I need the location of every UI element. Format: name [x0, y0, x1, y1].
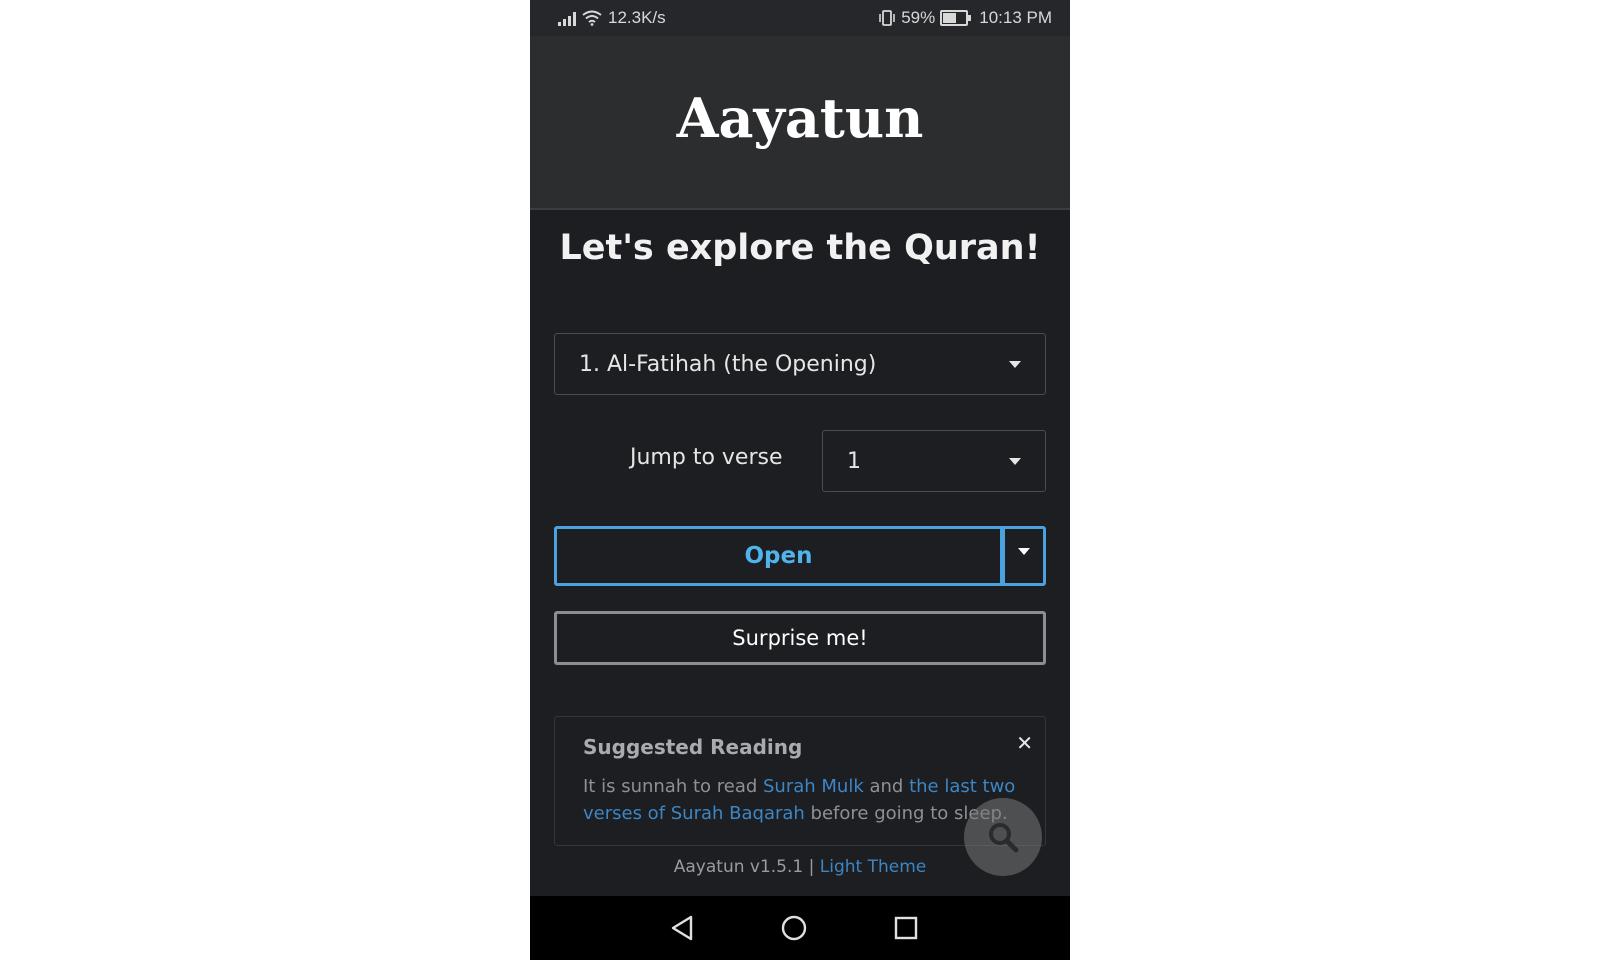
open-button[interactable]: Open	[557, 529, 1005, 583]
home-icon	[781, 915, 807, 941]
battery-percent: 59%	[901, 8, 936, 27]
wifi-icon	[582, 10, 602, 26]
signal-icon	[558, 10, 576, 26]
caret-down-icon	[1018, 548, 1030, 555]
android-nav-bar	[530, 896, 1070, 960]
search-icon	[989, 823, 1019, 853]
card-text-start: It is sunnah to read	[583, 776, 763, 797]
light-theme-link[interactable]: Light Theme	[820, 857, 926, 877]
status-left: 12.3K/s	[558, 8, 666, 28]
verse-label: Jump to verse	[630, 445, 783, 470]
clock: 10:13 PM	[979, 8, 1052, 27]
page-headline: Let's explore the Quran!	[559, 228, 1041, 268]
status-bar: 12.3K/s 59% 10:13 PM	[530, 0, 1070, 36]
verse-select-value: 1	[847, 448, 861, 474]
recents-button[interactable]	[888, 910, 924, 946]
battery-icon	[940, 10, 972, 26]
vibrate-icon	[879, 10, 896, 26]
close-icon[interactable]: ✕	[1016, 731, 1033, 755]
card-body: It is sunnah to read Surah Mulk and the …	[583, 773, 1023, 827]
back-button[interactable]	[664, 910, 700, 946]
surah-select[interactable]: 1. Al-Fatihah (the Opening)	[554, 333, 1046, 395]
verse-select[interactable]: 1	[822, 430, 1046, 492]
chevron-down-icon	[1009, 361, 1021, 368]
back-icon	[671, 915, 693, 941]
version-text: Aayatun v1.5.1	[673, 857, 804, 877]
surah-mulk-link[interactable]: Surah Mulk	[763, 776, 864, 797]
surprise-me-button[interactable]: Surprise me!	[554, 611, 1046, 665]
phone-screen: 12.3K/s 59% 10:13 PM Aayatun Let's explo…	[530, 0, 1070, 960]
network-speed: 12.3K/s	[608, 8, 666, 27]
open-options-button[interactable]	[1005, 529, 1043, 583]
footer-separator: |	[803, 857, 820, 877]
status-right: 59% 10:13 PM	[878, 8, 1052, 28]
app-header: Aayatun	[530, 36, 1070, 210]
recents-icon	[894, 916, 918, 940]
card-title: Suggested Reading	[583, 735, 803, 759]
footer: Aayatun v1.5.1 | Light Theme	[530, 857, 1070, 877]
surah-select-value: 1. Al-Fatihah (the Opening)	[579, 351, 877, 377]
home-button[interactable]	[776, 910, 812, 946]
card-text-middle: and	[863, 776, 910, 797]
open-button-group: Open	[554, 526, 1046, 586]
app-title: Aayatun	[676, 86, 924, 150]
chevron-down-icon	[1009, 458, 1021, 465]
